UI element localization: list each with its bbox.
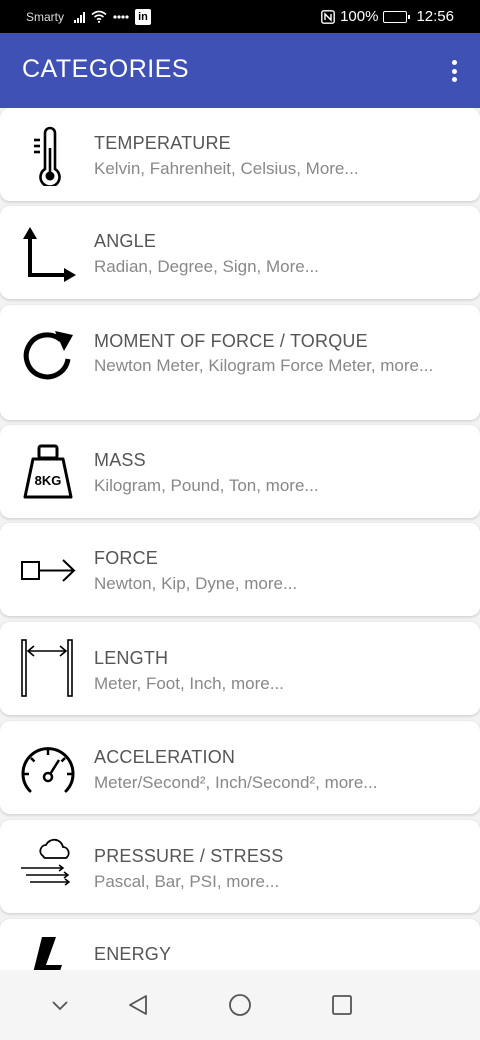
category-card-torque[interactable]: MOMENT OF FORCE / TORQUE Newton Meter, K… [0,305,480,420]
linkedin-icon: in [135,8,152,25]
category-card-pressure[interactable]: PRESSURE / STRESS Pascal, Bar, PSI, more… [0,820,480,913]
category-title: MOMENT OF FORCE / TORQUE [94,331,368,351]
category-subtitle: Newton Meter, Kilogram Force Meter, more… [94,356,434,375]
category-list[interactable]: TEMPERATURE Kelvin, Fahrenheit, Celsius,… [0,108,480,970]
wifi-icon [91,10,107,23]
carrier-label: Smarty [26,9,65,24]
recents-icon[interactable] [327,990,357,1020]
more-vert-icon[interactable] [444,57,464,85]
category-subtitle: Kilogram, Pound, Ton, more... [94,476,319,495]
pressure-icon [18,838,78,898]
category-card-energy[interactable]: ENERGY [0,919,480,970]
category-title: ANGLE [94,231,157,251]
battery-icon [383,10,411,23]
angle-icon [18,224,78,284]
battery-percent: 100% [340,8,379,25]
length-icon [18,638,78,698]
category-subtitle: Meter, Foot, Inch, more... [94,674,284,693]
status-bar: Smarty in 100% 12:56 [0,0,480,33]
page-title: CATEGORIES [22,55,190,83]
category-title: MASS [94,450,146,470]
category-subtitle: Kelvin, Fahrenheit, Celsius, More... [94,159,359,178]
category-subtitle: Meter/Second², Inch/Second², more... [94,773,378,792]
clock: 12:56 [416,8,454,25]
lightning-icon [18,931,78,970]
category-subtitle: Newton, Kip, Dyne, more... [94,574,298,593]
category-subtitle: Pascal, Bar, PSI, more... [94,872,280,891]
app-bar: CATEGORIES [0,33,480,108]
thermometer-icon [18,126,78,186]
signal-icon [74,11,86,23]
weight-icon-label: 8KG [35,473,62,488]
more-dots-icon [113,14,129,19]
category-card-length[interactable]: LENGTH Meter, Foot, Inch, more... [0,622,480,715]
category-title: ENERGY [94,944,172,964]
weight-icon: 8KG [18,442,78,502]
force-icon [18,541,78,601]
category-card-force[interactable]: FORCE Newton, Kip, Dyne, more... [0,523,480,616]
category-title: LENGTH [94,648,169,668]
category-subtitle: Radian, Degree, Sign, More... [94,257,319,276]
category-card-temperature[interactable]: TEMPERATURE Kelvin, Fahrenheit, Celsius,… [0,108,480,201]
category-title: TEMPERATURE [94,133,231,153]
category-title: FORCE [94,548,158,568]
nfc-icon [321,9,335,24]
speedometer-icon [18,741,78,801]
category-title: PRESSURE / STRESS [94,846,284,866]
category-card-mass[interactable]: 8KG MASS Kilogram, Pound, Ton, more... [0,425,480,518]
chevron-down-icon[interactable] [45,990,75,1020]
back-icon[interactable] [123,990,153,1020]
category-title: ACCELERATION [94,747,236,767]
rotate-icon [18,325,78,385]
category-card-acceleration[interactable]: ACCELERATION Meter/Second², Inch/Second²… [0,721,480,814]
home-icon[interactable] [225,990,255,1020]
navigation-bar [0,970,480,1040]
category-card-angle[interactable]: ANGLE Radian, Degree, Sign, More... [0,206,480,299]
